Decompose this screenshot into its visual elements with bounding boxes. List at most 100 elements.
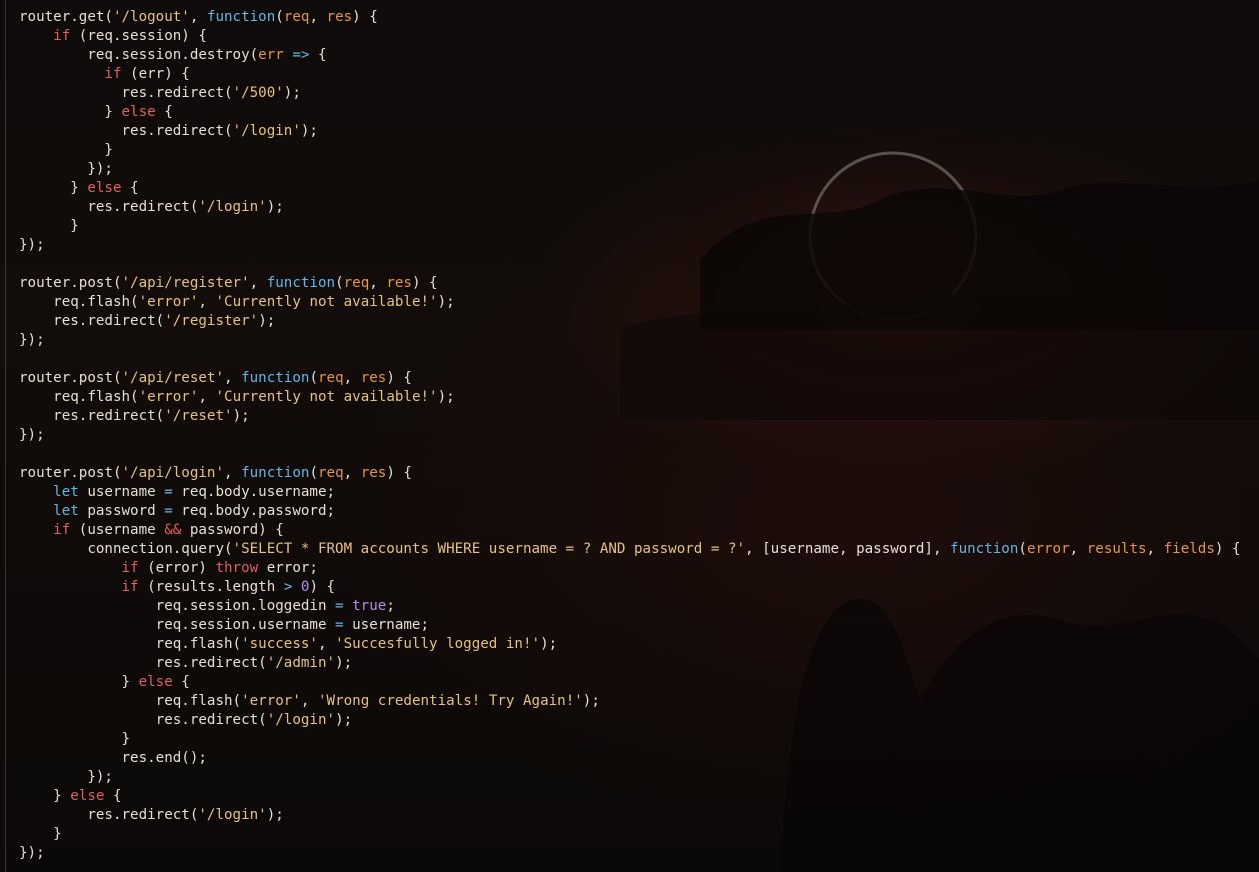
code-string: 'error' bbox=[241, 693, 301, 709]
code-line[interactable]: res.end(); bbox=[19, 749, 1241, 768]
code-line[interactable]: if (error) throw error; bbox=[19, 559, 1241, 578]
code-line[interactable]: ​ bbox=[19, 255, 1241, 274]
code-text: , bbox=[198, 389, 216, 405]
code-line[interactable]: } else { bbox=[19, 673, 1241, 692]
code-line[interactable]: res.redirect('/500'); bbox=[19, 84, 1241, 103]
code-line[interactable]: if (results.length > 0) { bbox=[19, 578, 1241, 597]
code-string: 'Wrong credentials! Try Again!' bbox=[317, 693, 583, 709]
code-string: '/login' bbox=[232, 123, 301, 139]
code-line[interactable]: req.flash('error', 'Currently not availa… bbox=[19, 388, 1241, 407]
code-parameter: err bbox=[258, 47, 284, 63]
code-text: (results.length bbox=[138, 579, 284, 595]
code-line[interactable]: router.get('/logout', function(req, res)… bbox=[19, 8, 1241, 27]
code-line[interactable]: }); bbox=[19, 426, 1241, 445]
code-text: } bbox=[19, 674, 139, 690]
code-text: (username bbox=[70, 522, 165, 538]
code-literal: true bbox=[352, 598, 387, 614]
code-text: connection.query( bbox=[19, 541, 233, 557]
code-line[interactable]: }); bbox=[19, 331, 1241, 350]
code-line[interactable]: if (req.session) { bbox=[19, 27, 1241, 46]
code-line[interactable]: } bbox=[19, 141, 1241, 160]
code-function-keyword: function bbox=[950, 541, 1019, 557]
code-text: ) { bbox=[309, 579, 336, 595]
code-text: { bbox=[309, 47, 327, 63]
code-line[interactable]: if (username && password) { bbox=[19, 521, 1241, 540]
code-text: (error) bbox=[138, 560, 216, 576]
code-line[interactable]: res.redirect('/login'); bbox=[19, 711, 1241, 730]
code-text: } bbox=[19, 788, 71, 804]
code-text: ); bbox=[540, 636, 558, 652]
code-line[interactable]: req.session.username = username; bbox=[19, 616, 1241, 635]
code-line[interactable]: req.flash('error', 'Wrong credentials! T… bbox=[19, 692, 1241, 711]
code-text: { bbox=[121, 180, 139, 196]
code-parameter: res bbox=[326, 9, 353, 25]
code-text: { bbox=[155, 104, 173, 120]
code-text: router.post( bbox=[19, 275, 122, 291]
code-line[interactable]: } else { bbox=[19, 103, 1241, 122]
code-line[interactable]: } else { bbox=[19, 179, 1241, 198]
code-keyword: if bbox=[121, 560, 139, 576]
code-text: ); bbox=[582, 693, 600, 709]
code-string: '/login' bbox=[198, 807, 267, 823]
code-line[interactable]: connection.query('SELECT * FROM accounts… bbox=[19, 540, 1240, 559]
code-line[interactable]: } else { bbox=[19, 787, 1241, 806]
code-line[interactable]: req.session.loggedin = true; bbox=[19, 597, 1241, 616]
code-line[interactable]: }); bbox=[19, 844, 1241, 863]
code-line[interactable]: res.redirect('/login'); bbox=[19, 806, 1241, 825]
code-text: ( bbox=[335, 275, 344, 291]
code-line[interactable]: req.flash('error', 'Currently not availa… bbox=[19, 293, 1241, 312]
code-text: res.redirect( bbox=[19, 313, 165, 329]
code-text: res.redirect( bbox=[19, 199, 199, 215]
code-line[interactable]: res.redirect('/login'); bbox=[19, 198, 1241, 217]
code-line[interactable]: ​ bbox=[19, 445, 1241, 464]
code-text: } bbox=[19, 104, 122, 120]
code-line[interactable]: res.redirect('/reset'); bbox=[19, 407, 1241, 426]
code-text: req.session.destroy( bbox=[19, 47, 259, 63]
code-text: req.body.username; bbox=[172, 484, 336, 500]
code-line[interactable]: res.redirect('/register'); bbox=[19, 312, 1241, 331]
code-line[interactable]: res.redirect('/admin'); bbox=[19, 654, 1241, 673]
code-string: 'error' bbox=[138, 389, 199, 405]
code-line[interactable]: req.flash('success', 'Succesfully logged… bbox=[19, 635, 1241, 654]
code-text: ) { bbox=[386, 465, 412, 481]
code-editor-content[interactable]: router.get('/logout', function(req, res)… bbox=[19, 8, 1241, 863]
code-line[interactable]: }); bbox=[19, 160, 1241, 179]
code-text: ); bbox=[283, 85, 301, 101]
code-keyword: else bbox=[138, 674, 173, 690]
code-line[interactable]: } bbox=[19, 825, 1241, 844]
code-parameter: res bbox=[360, 465, 387, 481]
code-text: req.flash( bbox=[19, 294, 139, 310]
code-line[interactable]: }); bbox=[19, 236, 1241, 255]
code-line[interactable]: }); bbox=[19, 768, 1241, 787]
code-line[interactable]: if (err) { bbox=[19, 65, 1241, 84]
code-text: } bbox=[19, 731, 131, 747]
code-line[interactable]: router.post('/api/login', function(req, … bbox=[19, 464, 1241, 483]
code-line[interactable]: let password = req.body.password; bbox=[19, 502, 1241, 521]
code-text: , bbox=[189, 9, 207, 25]
terminal-window: router.get('/logout', function(req, res)… bbox=[0, 0, 1259, 872]
code-keyword: if bbox=[53, 28, 71, 44]
code-line[interactable]: } bbox=[19, 730, 1241, 749]
code-line[interactable]: req.session.destroy(err => { bbox=[19, 46, 1241, 65]
code-line[interactable]: res.redirect('/login'); bbox=[19, 122, 1241, 141]
code-line[interactable]: let username = req.body.username; bbox=[19, 483, 1241, 502]
code-text: req.session.loggedin bbox=[19, 598, 336, 614]
code-keyword: else bbox=[70, 788, 105, 804]
code-text: ); bbox=[232, 408, 250, 424]
code-text: { bbox=[172, 674, 190, 690]
code-parameter: req bbox=[317, 370, 344, 386]
code-string: '/reset' bbox=[164, 408, 233, 424]
code-string: '/admin' bbox=[266, 655, 336, 671]
code-operator: = bbox=[335, 617, 344, 633]
code-text: res.redirect( bbox=[19, 655, 267, 671]
code-line[interactable]: router.post('/api/register', function(re… bbox=[19, 274, 1241, 293]
code-line[interactable]: router.post('/api/reset', function(req, … bbox=[19, 369, 1241, 388]
code-text: }); bbox=[19, 332, 45, 348]
code-line[interactable]: ​ bbox=[19, 350, 1241, 369]
code-text: , bbox=[198, 294, 216, 310]
code-text: req.body.password; bbox=[172, 503, 336, 519]
code-parameter: req bbox=[343, 275, 370, 291]
code-line[interactable]: } bbox=[19, 217, 1241, 236]
